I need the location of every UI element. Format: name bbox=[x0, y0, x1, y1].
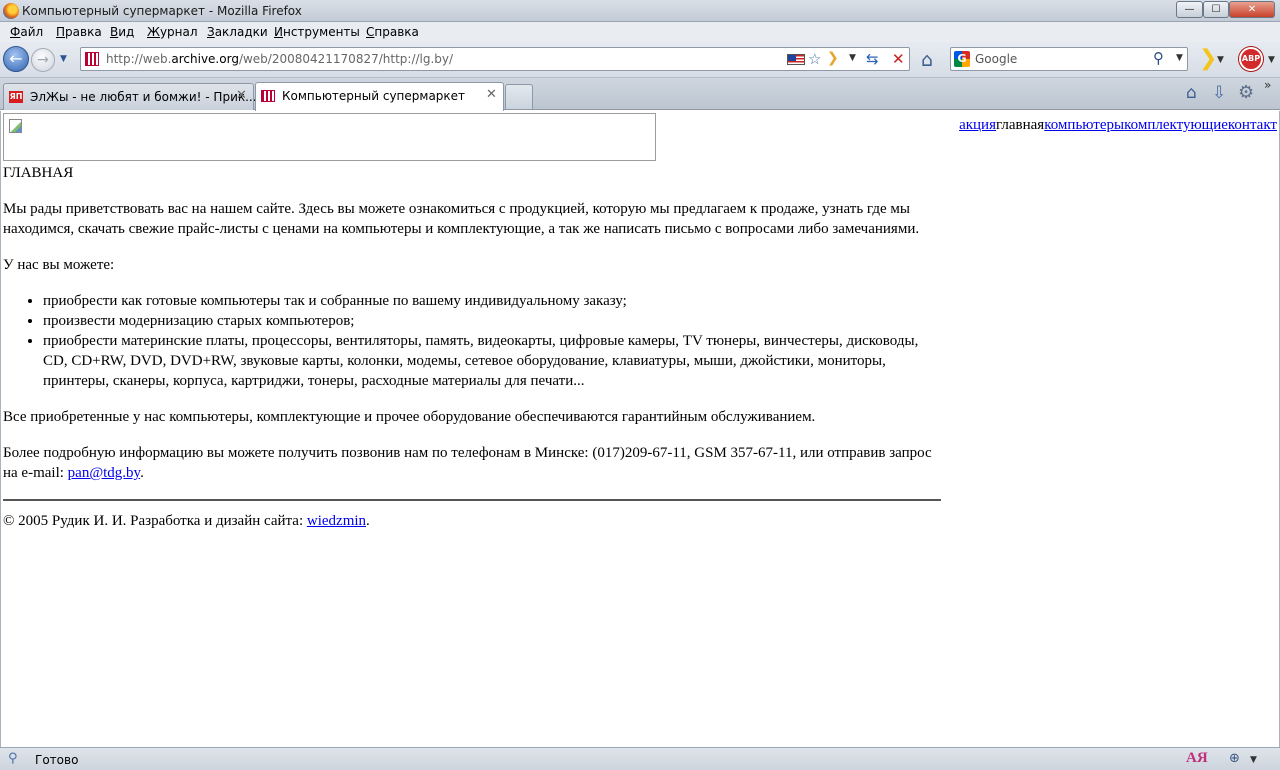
home-icon[interactable]: ⌂ bbox=[1186, 83, 1197, 103]
tab-close-icon[interactable]: ✕ bbox=[486, 87, 497, 102]
stop-icon[interactable]: ✕ bbox=[892, 50, 905, 68]
list-item: произвести модернизацию старых компьютер… bbox=[43, 311, 943, 331]
broken-image-icon bbox=[9, 119, 22, 133]
zoom-dropdown-icon[interactable]: ▼ bbox=[1250, 755, 1257, 765]
download-icon[interactable]: ⇩ bbox=[1212, 83, 1226, 103]
maximize-button[interactable]: ☐ bbox=[1203, 1, 1229, 18]
tab-computer-supermarket[interactable]: Компьютерный супермаркет ✕ bbox=[255, 82, 504, 111]
adblock-dropdown-icon[interactable]: ▼ bbox=[1268, 55, 1275, 65]
address-url[interactable]: http://web.archive.org/web/2008042117082… bbox=[106, 52, 453, 66]
search-bar[interactable]: G Google ⚲ ▼ bbox=[950, 47, 1188, 71]
period: . bbox=[140, 465, 144, 481]
tab-label: ЭлЖы - не любят и бомжи! - Прик... bbox=[30, 90, 257, 104]
site-favicon-icon bbox=[85, 52, 99, 66]
yaplakal-favicon-icon: ЯП bbox=[9, 91, 23, 103]
search-icon[interactable]: ⚲ bbox=[1153, 49, 1164, 67]
menu-file[interactable]: Файл bbox=[10, 25, 43, 39]
contact-paragraph: Более подробную информацию вы можете пол… bbox=[3, 443, 943, 483]
font-changer-icon[interactable]: AЯ bbox=[1186, 750, 1208, 767]
menu-bar: Файл Правка Вид Журнал Закладки Инструме… bbox=[0, 22, 1280, 42]
footer-copyright: © 2005 Рудик И. И. Разработка и дизайн с… bbox=[3, 511, 943, 531]
page-title: ГЛАВНАЯ bbox=[3, 165, 74, 181]
menu-view[interactable]: Вид bbox=[110, 25, 134, 39]
gear-icon[interactable]: ⚙ bbox=[1238, 82, 1254, 103]
address-bar[interactable]: http://web.archive.org/web/2008042117082… bbox=[80, 47, 910, 71]
nav-components-link[interactable]: комплектующие bbox=[1124, 117, 1228, 133]
tab-close-icon[interactable]: ✕ bbox=[236, 88, 247, 103]
navigation-toolbar: ← → ▼ http://web.archive.org/web/2008042… bbox=[0, 42, 1280, 78]
close-window-button[interactable]: ✕ bbox=[1229, 1, 1275, 18]
site-navigation: акцияглавнаякомпьютерыкомплектующиеконта… bbox=[959, 115, 1277, 135]
site-favicon-icon bbox=[261, 90, 275, 102]
forward-button[interactable]: → bbox=[31, 48, 55, 72]
list-item: приобрести как готовые компьютеры так и … bbox=[43, 291, 943, 311]
warranty-paragraph: Все приобретенные у нас компьютеры, комп… bbox=[3, 409, 816, 425]
yandex-dropdown-icon[interactable]: ▼ bbox=[1217, 55, 1224, 65]
menu-help[interactable]: Справка bbox=[366, 25, 419, 39]
search-input[interactable]: Google bbox=[975, 52, 1017, 66]
new-tab-button[interactable] bbox=[505, 84, 533, 109]
chevron-more-icon[interactable]: » bbox=[1264, 78, 1271, 92]
feed-icon[interactable]: ❯ bbox=[827, 50, 839, 66]
home-icon[interactable]: ⌂ bbox=[921, 49, 933, 71]
nav-computers-link[interactable]: компьютеры bbox=[1044, 117, 1124, 133]
title-bar: Компьютерный супермаркет - Mozilla Firef… bbox=[0, 0, 1280, 22]
menu-tools[interactable]: Инструменты bbox=[274, 25, 360, 39]
back-button[interactable]: ← bbox=[3, 46, 29, 72]
adblock-plus-icon[interactable]: ABP bbox=[1239, 47, 1263, 71]
list-item: приобрести материнские платы, процессоры… bbox=[43, 331, 943, 391]
url-history-dropdown-icon[interactable]: ▼ bbox=[849, 53, 856, 63]
nav-contact-link[interactable]: контакт bbox=[1228, 117, 1277, 133]
site-logo-placeholder bbox=[3, 113, 656, 161]
copyright-text: © 2005 Рудик И. И. Разработка и дизайн с… bbox=[3, 513, 307, 529]
firefox-logo-icon bbox=[3, 3, 19, 19]
web-content: акцияглавнаякомпьютерыкомплектующиеконта… bbox=[0, 111, 1280, 747]
period: . bbox=[366, 513, 370, 529]
status-bar: ⚲ Готово AЯ ⊕ ▼ bbox=[0, 747, 1280, 770]
us-flag-icon[interactable] bbox=[787, 54, 805, 65]
services-list: приобрести как готовые компьютеры так и … bbox=[3, 291, 943, 391]
intro-paragraph: Мы рады приветствовать вас на нашем сайт… bbox=[3, 201, 920, 237]
tab-elzhy[interactable]: ЯП ЭлЖы - не любят и бомжи! - Прик... ✕ bbox=[3, 83, 257, 110]
designer-link[interactable]: wiedzmin bbox=[307, 513, 366, 529]
window-title: Компьютерный супермаркет - Mozilla Firef… bbox=[22, 4, 302, 18]
history-dropdown-icon[interactable]: ▼ bbox=[60, 54, 67, 64]
nav-home-current: главная bbox=[995, 117, 1045, 133]
yandex-bar-icon[interactable]: ❯ bbox=[1199, 48, 1217, 70]
menu-history[interactable]: Журнал bbox=[147, 25, 198, 39]
tab-label: Компьютерный супермаркет bbox=[282, 89, 466, 103]
services-title: У нас вы можете: bbox=[3, 257, 115, 273]
zoom-icon[interactable]: ⊕ bbox=[1229, 751, 1240, 766]
nav-promo-link[interactable]: акция bbox=[959, 117, 996, 133]
minimize-button[interactable]: — bbox=[1176, 1, 1203, 18]
google-engine-icon[interactable]: G bbox=[954, 51, 970, 67]
status-text: Готово bbox=[35, 753, 79, 767]
search-engine-dropdown-icon[interactable]: ▼ bbox=[1176, 53, 1183, 63]
menu-bookmarks[interactable]: Закладки bbox=[207, 25, 268, 39]
status-search-icon: ⚲ bbox=[8, 751, 18, 766]
bookmark-star-icon[interactable]: ☆ bbox=[808, 50, 821, 68]
tab-bar: ЯП ЭлЖы - не любят и бомжи! - Прик... ✕ … bbox=[0, 78, 1280, 111]
footer-divider bbox=[3, 499, 941, 501]
email-link[interactable]: pan@tdg.by bbox=[68, 465, 140, 481]
page-body: Мы рады приветствовать вас на нашем сайт… bbox=[3, 199, 943, 547]
menu-edit[interactable]: Правка bbox=[56, 25, 102, 39]
reload-icon[interactable]: ⇆ bbox=[866, 50, 879, 68]
